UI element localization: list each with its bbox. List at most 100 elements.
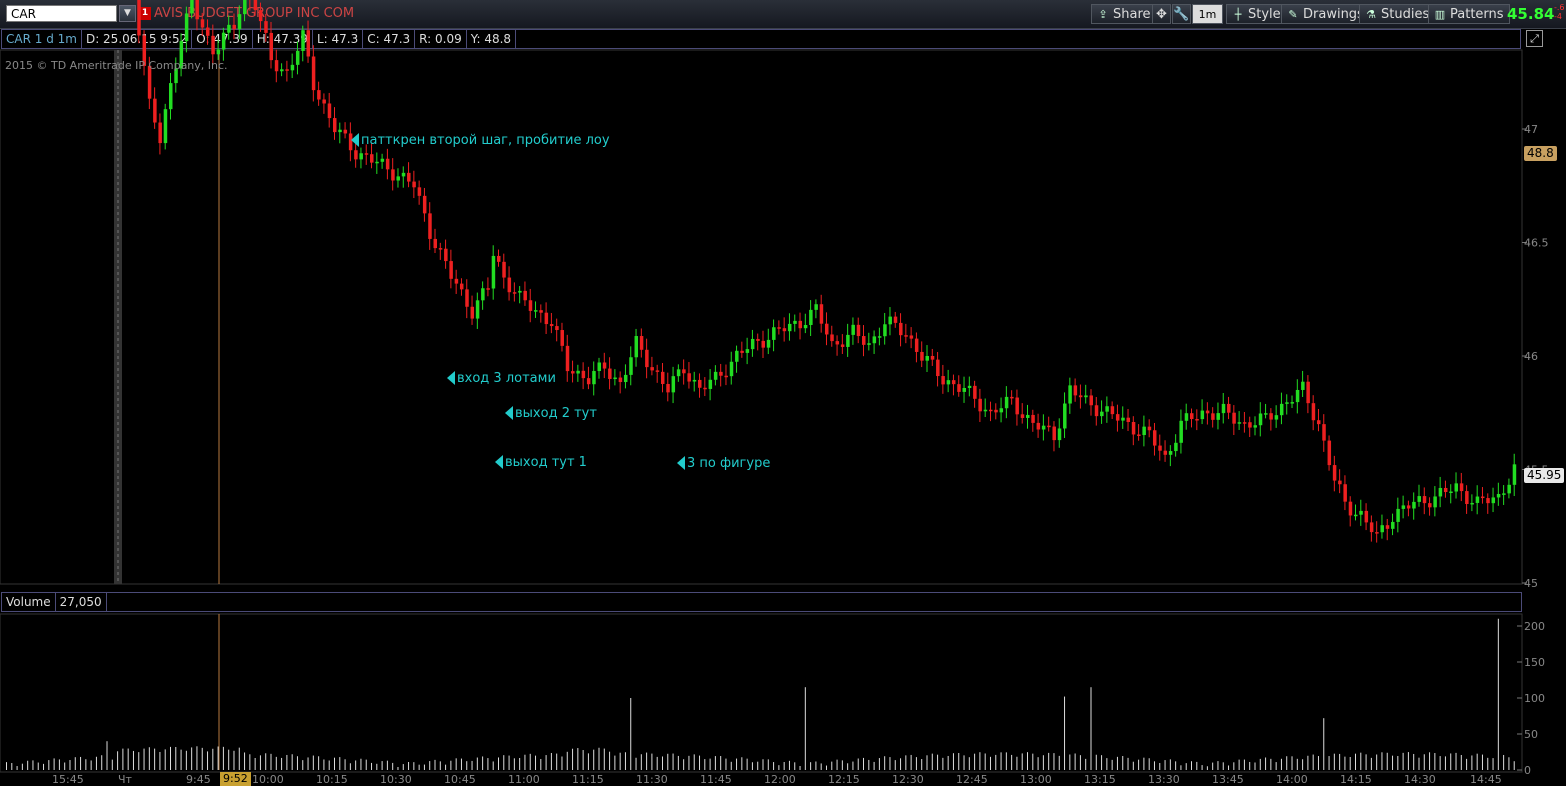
symbol-input[interactable]: CAR — [6, 5, 117, 22]
candle-body — [761, 340, 765, 348]
annotation-pattern-text: патткрен второй шаг, пробитие лоу — [361, 133, 610, 148]
candle-body — [814, 304, 818, 310]
info-symbol[interactable]: CAR 1 d 1m — [2, 30, 82, 48]
time-axis-label: 9:45 — [186, 773, 211, 786]
candle-body — [957, 384, 961, 392]
candle-body — [660, 371, 665, 384]
candle-body — [1465, 491, 1469, 504]
candle-body — [1237, 422, 1242, 424]
grid — [0, 49, 1523, 773]
annotation-exit2[interactable]: выход 2 тут — [505, 406, 597, 421]
candle-body — [338, 129, 342, 133]
candle-body — [311, 56, 316, 91]
time-axis-label: 14:45 — [1470, 773, 1502, 786]
candle-body — [724, 375, 728, 378]
candle-body — [1412, 501, 1416, 509]
candle-body — [153, 98, 157, 123]
candle-body — [1396, 508, 1400, 522]
net-change: -.6 -4 — [1554, 3, 1565, 21]
settings-button[interactable]: 🔧 — [1172, 4, 1191, 24]
candle-body — [1391, 521, 1395, 529]
price-pane-frame — [0, 49, 1523, 585]
candle-body — [756, 338, 760, 341]
candle-body — [327, 103, 332, 119]
expand-icon[interactable]: ⤢ — [1526, 30, 1543, 47]
time-axis-label: 11:15 — [572, 773, 604, 786]
candle-body — [422, 195, 427, 214]
candle-body — [565, 345, 570, 372]
candle-body — [576, 370, 580, 374]
candle-body — [1147, 426, 1152, 431]
candle-body — [1269, 413, 1273, 420]
last-price: 45.84 — [1507, 5, 1555, 23]
candle-body — [370, 154, 374, 163]
volume-label[interactable]: Volume — [2, 593, 56, 611]
candle-body — [877, 336, 882, 338]
candle-body — [1486, 498, 1490, 504]
drawings-button[interactable]: ✎ Drawings — [1281, 4, 1370, 24]
candle-body — [1290, 402, 1295, 404]
candle-body — [391, 169, 395, 181]
candle-body — [454, 278, 459, 284]
studies-label: Studies — [1381, 7, 1430, 22]
candle-body — [1343, 484, 1347, 502]
candle-body — [1502, 493, 1506, 495]
patterns-button[interactable]: ▥ Patterns — [1428, 4, 1510, 24]
candle-body — [285, 69, 289, 71]
style-label: Style — [1248, 7, 1281, 22]
candle-body — [634, 336, 639, 358]
annotation-pattern[interactable]: патткрен второй шаг, пробитие лоу — [351, 133, 610, 148]
candle-body — [1211, 413, 1215, 420]
candle-body — [364, 153, 369, 155]
annotation-exit3[interactable]: 3 по фигуре — [677, 456, 770, 471]
annotation-exit1[interactable]: выход тут 1 — [495, 455, 587, 470]
candle-body — [1221, 403, 1226, 414]
candle-body — [1174, 442, 1178, 452]
time-axis-label: 10:00 — [252, 773, 284, 786]
candle-body — [883, 324, 887, 337]
candle-body — [994, 409, 998, 413]
candle-body — [523, 290, 527, 301]
share-button[interactable]: ⇪ Share — [1091, 4, 1157, 24]
time-axis-label: 10:45 — [444, 773, 476, 786]
candle-body — [1015, 397, 1019, 415]
candle-body — [412, 181, 416, 188]
candle-body — [1052, 426, 1056, 441]
candle-body — [719, 371, 723, 376]
candle-body — [798, 320, 803, 329]
candle-body — [1401, 505, 1406, 509]
candle-body — [1332, 465, 1337, 481]
candle-body — [433, 238, 438, 249]
candle-body — [1179, 420, 1183, 443]
studies-button[interactable]: ⚗ Studies — [1359, 4, 1436, 24]
candle-body — [428, 213, 432, 239]
alert-badge[interactable]: 1 — [139, 7, 151, 20]
candle-body — [920, 351, 924, 361]
candle-body — [862, 336, 866, 345]
candle-body — [1285, 402, 1289, 404]
candle-body — [560, 330, 564, 346]
candle-body — [592, 371, 596, 385]
candle-body — [512, 292, 517, 294]
candle-body — [1406, 505, 1411, 509]
annotation-entry[interactable]: вход 3 лотами — [447, 371, 556, 386]
symbol-dropdown-chevron-icon[interactable]: ▼ — [119, 5, 136, 22]
candle-body — [1089, 395, 1093, 406]
candle-body — [1507, 484, 1511, 494]
candle-body — [988, 409, 993, 412]
candle-body — [459, 283, 464, 290]
price-chart[interactable]: 4545.54646.547050100150200 — [0, 0, 1566, 786]
cursor-time-tag: 9:52 — [220, 772, 251, 786]
candle-body — [772, 327, 776, 340]
candle-body — [819, 304, 824, 324]
style-button[interactable]: ┼ Style — [1226, 4, 1287, 24]
candle-body — [1274, 415, 1279, 420]
candle-body — [914, 338, 919, 352]
timeframe-button[interactable]: 1m — [1192, 4, 1223, 24]
candle-body — [1004, 396, 1009, 409]
crosshair-icon: ✥ — [1156, 7, 1167, 22]
price-tick-label: 47 — [1524, 123, 1538, 136]
candle-body — [1322, 424, 1326, 441]
crosshair-button[interactable]: ✥ — [1152, 4, 1171, 24]
candle-body — [163, 109, 168, 144]
